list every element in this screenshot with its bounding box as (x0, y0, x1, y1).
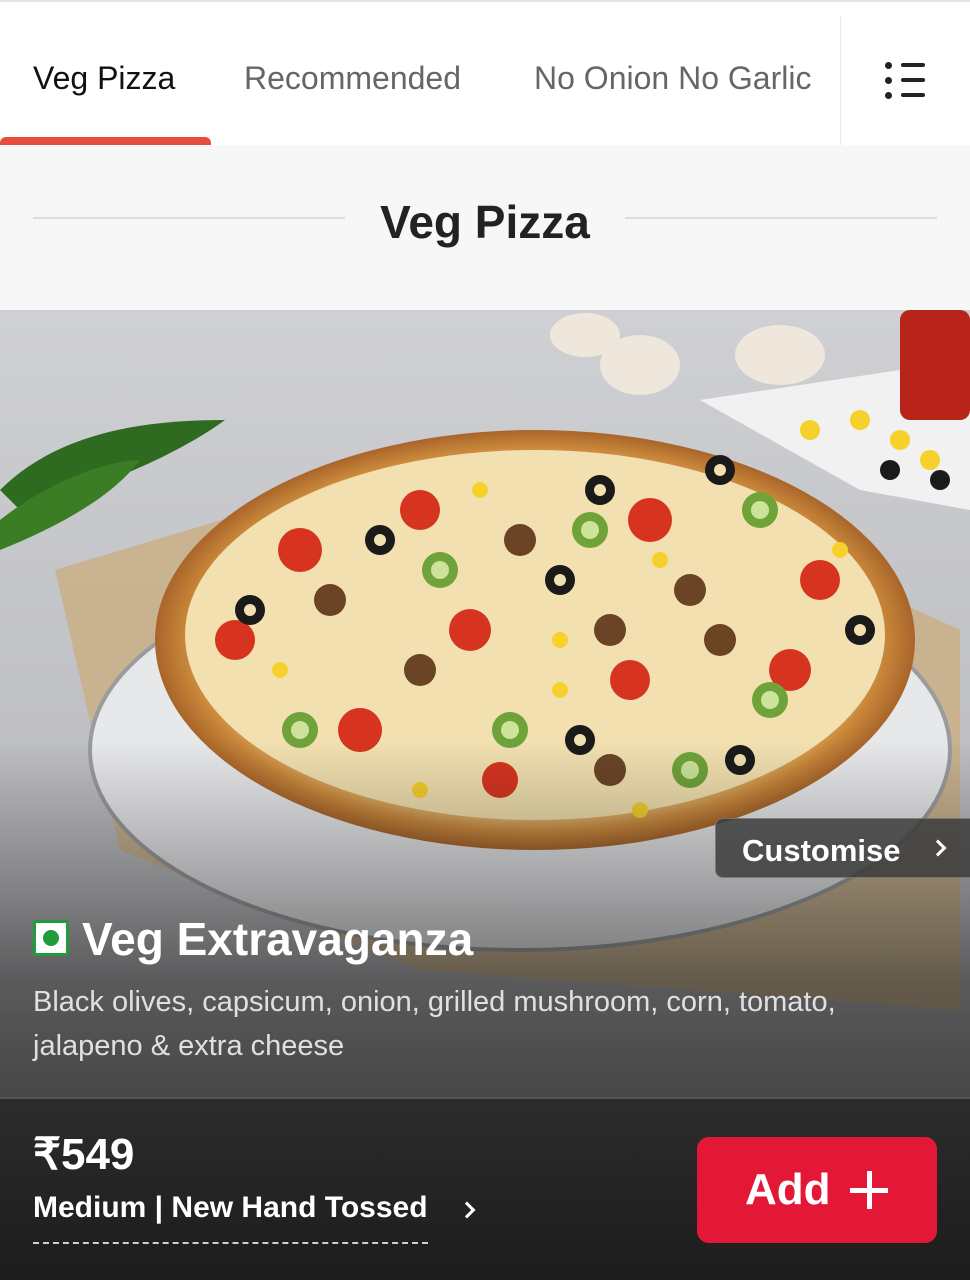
chevron-right-icon (929, 839, 947, 857)
size-crust-label: Medium | New Hand Tossed (33, 1191, 428, 1224)
tab-recommended[interactable]: Recommended (244, 60, 461, 97)
price-add-bar: ₹549 Medium | New Hand Tossed Add (0, 1097, 970, 1280)
product-description: Black olives, capsicum, onion, grilled m… (33, 986, 836, 1062)
product-card[interactable]: Customise Veg Extravaganza Black olives,… (0, 310, 970, 1280)
size-crust-underline (33, 1242, 428, 1244)
tab-veg-pizza[interactable]: Veg Pizza (33, 60, 175, 97)
add-button-label: Add (745, 1165, 831, 1214)
product-price: ₹549 (33, 1130, 135, 1179)
divider-right (625, 217, 937, 219)
customise-button[interactable]: Customise (715, 818, 970, 878)
product-name: Veg Extravaganza (82, 913, 474, 965)
veg-mark-icon (33, 920, 69, 956)
tab-no-onion-no-garlic[interactable]: No Onion No Garlic (534, 60, 811, 97)
category-menu-button[interactable] (840, 16, 970, 147)
size-crust-selector[interactable]: Medium | New Hand Tossed (33, 1191, 476, 1231)
add-to-cart-button[interactable]: Add (697, 1137, 937, 1243)
section-header: Veg Pizza (0, 145, 970, 310)
section-title: Veg Pizza (380, 196, 590, 248)
category-tab-bar: Veg Pizza Recommended No Onion No Garlic (0, 0, 970, 147)
customise-label: Customise (742, 833, 901, 868)
chevron-right-icon (458, 1201, 476, 1219)
